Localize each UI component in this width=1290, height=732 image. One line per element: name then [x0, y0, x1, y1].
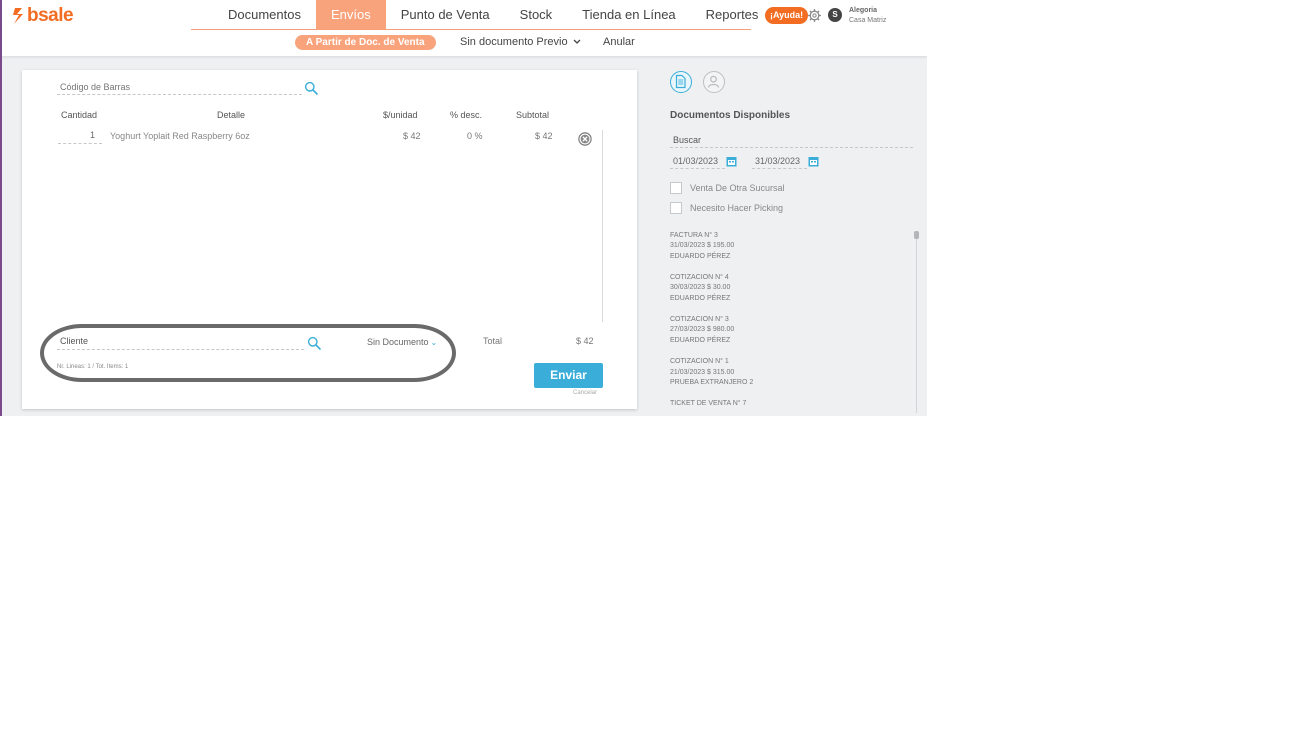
line-discount[interactable]: 0 % [467, 131, 483, 141]
total-label: Total [483, 336, 503, 346]
available-documents-title: Documentos Disponibles [670, 110, 791, 121]
document-client: PRUEBA EXTRANJERO 2 [670, 378, 754, 386]
document-search-input[interactable]: Buscar [670, 135, 913, 148]
list-item[interactable]: COTIZACION N° 1 21/03/2023 $ 315.00 PRUE… [670, 357, 910, 388]
documents-tab-icon[interactable] [670, 71, 692, 93]
nav-punto-de-venta[interactable]: Punto de Venta [386, 0, 505, 29]
column-header-unit-price: $/unidad [383, 110, 418, 120]
document-client: EDUARDO PÉREZ [670, 336, 731, 344]
nav-envios[interactable]: Envíos [315, 0, 386, 29]
company-name: Alegoria [849, 7, 878, 14]
sub-navbar: A Partir de Doc. de Venta Sin documento … [2, 30, 927, 57]
tab-no-previous-document[interactable]: Sin documento Previo [460, 36, 581, 48]
document-title: COTIZACION N° 4 [670, 274, 729, 282]
bsale-logo[interactable]: bsale [12, 5, 74, 27]
shipment-form-card: Cantidad Detalle $/unidad % desc. Subtot… [22, 70, 637, 409]
other-branch-checkbox[interactable] [670, 182, 682, 194]
line-unit-price[interactable]: $ 42 [403, 131, 421, 141]
help-button[interactable]: ¡Ayuda! [765, 7, 809, 24]
top-navbar: bsale Documentos Envíos Punto de Venta S… [2, 0, 927, 30]
company-info[interactable]: Alegoria Casa Matriz [849, 6, 886, 26]
scrollbar-thumb[interactable] [914, 231, 919, 239]
column-header-subtotal: Subtotal [516, 110, 550, 120]
document-date-amount: 30/03/2023 $ 30.00 [670, 284, 731, 292]
line-subtotal: $ 42 [535, 131, 553, 141]
branch-name: Casa Matriz [849, 17, 887, 24]
list-item[interactable]: FACTURA N° 3 31/03/2023 $ 195.00 EDUARDO… [670, 231, 910, 262]
divider [602, 130, 603, 322]
date-to-input[interactable]: 31/03/2023 [752, 156, 807, 169]
nav-documentos[interactable]: Documentos [213, 0, 316, 29]
send-button[interactable]: Enviar [534, 363, 603, 388]
gear-icon[interactable] [808, 9, 821, 22]
column-header-qty: Cantidad [61, 110, 98, 120]
logo-text: bsale [27, 5, 74, 26]
scrollbar-track[interactable] [916, 231, 917, 413]
list-item[interactable]: COTIZACION N° 4 30/03/2023 $ 30.00 EDUAR… [670, 273, 910, 304]
logo-icon [13, 8, 23, 24]
document-title: FACTURA N° 3 [670, 232, 718, 239]
calendar-icon[interactable] [726, 156, 737, 167]
search-icon[interactable] [304, 81, 318, 95]
document-icon [675, 74, 686, 89]
remove-line-icon[interactable] [578, 132, 592, 146]
document-title: COTIZACION N° 3 [670, 316, 729, 324]
line-qty-input[interactable]: 1 [58, 130, 102, 144]
available-documents-list: FACTURA N° 3 31/03/2023 $ 195.00 EDUARDO… [670, 231, 910, 416]
document-client: EDUARDO PÉREZ [670, 252, 731, 260]
chevron-down-icon [573, 39, 581, 44]
date-from-input[interactable]: 01/03/2023 [670, 156, 725, 169]
tab-no-previous-document-label: Sin documento Previo [460, 36, 568, 48]
document-date-amount: 21/03/2023 $ 315.00 [670, 368, 735, 376]
list-item[interactable]: TICKET DE VENTA N° 7 [670, 399, 910, 409]
nav-tienda-en-linea[interactable]: Tienda en Línea [567, 0, 690, 29]
user-icon [707, 75, 720, 88]
column-header-detail: Detalle [217, 110, 246, 120]
user-avatar[interactable]: S [828, 8, 842, 22]
document-title: TICKET DE VENTA N° 7 [670, 400, 747, 408]
other-branch-label: Venta De Otra Sucursal [690, 183, 785, 193]
barcode-input[interactable] [57, 80, 302, 95]
total-value: $ 42 [576, 336, 594, 346]
document-client: EDUARDO PÉREZ [670, 294, 731, 302]
app-window: bsale Documentos Envíos Punto de Venta S… [0, 0, 927, 416]
highlight-annotation [40, 324, 456, 382]
list-item[interactable]: COTIZACION N° 3 27/03/2023 $ 980.00 EDUA… [670, 315, 910, 346]
nav-stock[interactable]: Stock [505, 0, 568, 29]
picking-checkbox[interactable] [670, 202, 682, 214]
line-detail: Yoghurt Yoplait Red Raspberry 6oz [110, 131, 250, 141]
tab-cancel-shipment[interactable]: Anular [603, 36, 635, 48]
column-header-discount: % desc. [450, 110, 483, 120]
main-navigation: Documentos Envíos Punto de Venta Stock T… [191, 0, 758, 30]
client-tab-icon[interactable] [703, 71, 725, 93]
cancel-link[interactable]: Cancelar [573, 390, 597, 396]
calendar-icon[interactable] [808, 156, 819, 167]
nav-reportes[interactable]: Reportes [691, 0, 774, 29]
document-title: COTIZACION N° 1 [670, 358, 729, 366]
document-date-amount: 27/03/2023 $ 980.00 [670, 326, 735, 334]
picking-label: Necesito Hacer Picking [690, 203, 784, 213]
document-date-amount: 31/03/2023 $ 195.00 [670, 242, 735, 250]
tab-from-sales-document[interactable]: A Partir de Doc. de Venta [295, 35, 436, 50]
